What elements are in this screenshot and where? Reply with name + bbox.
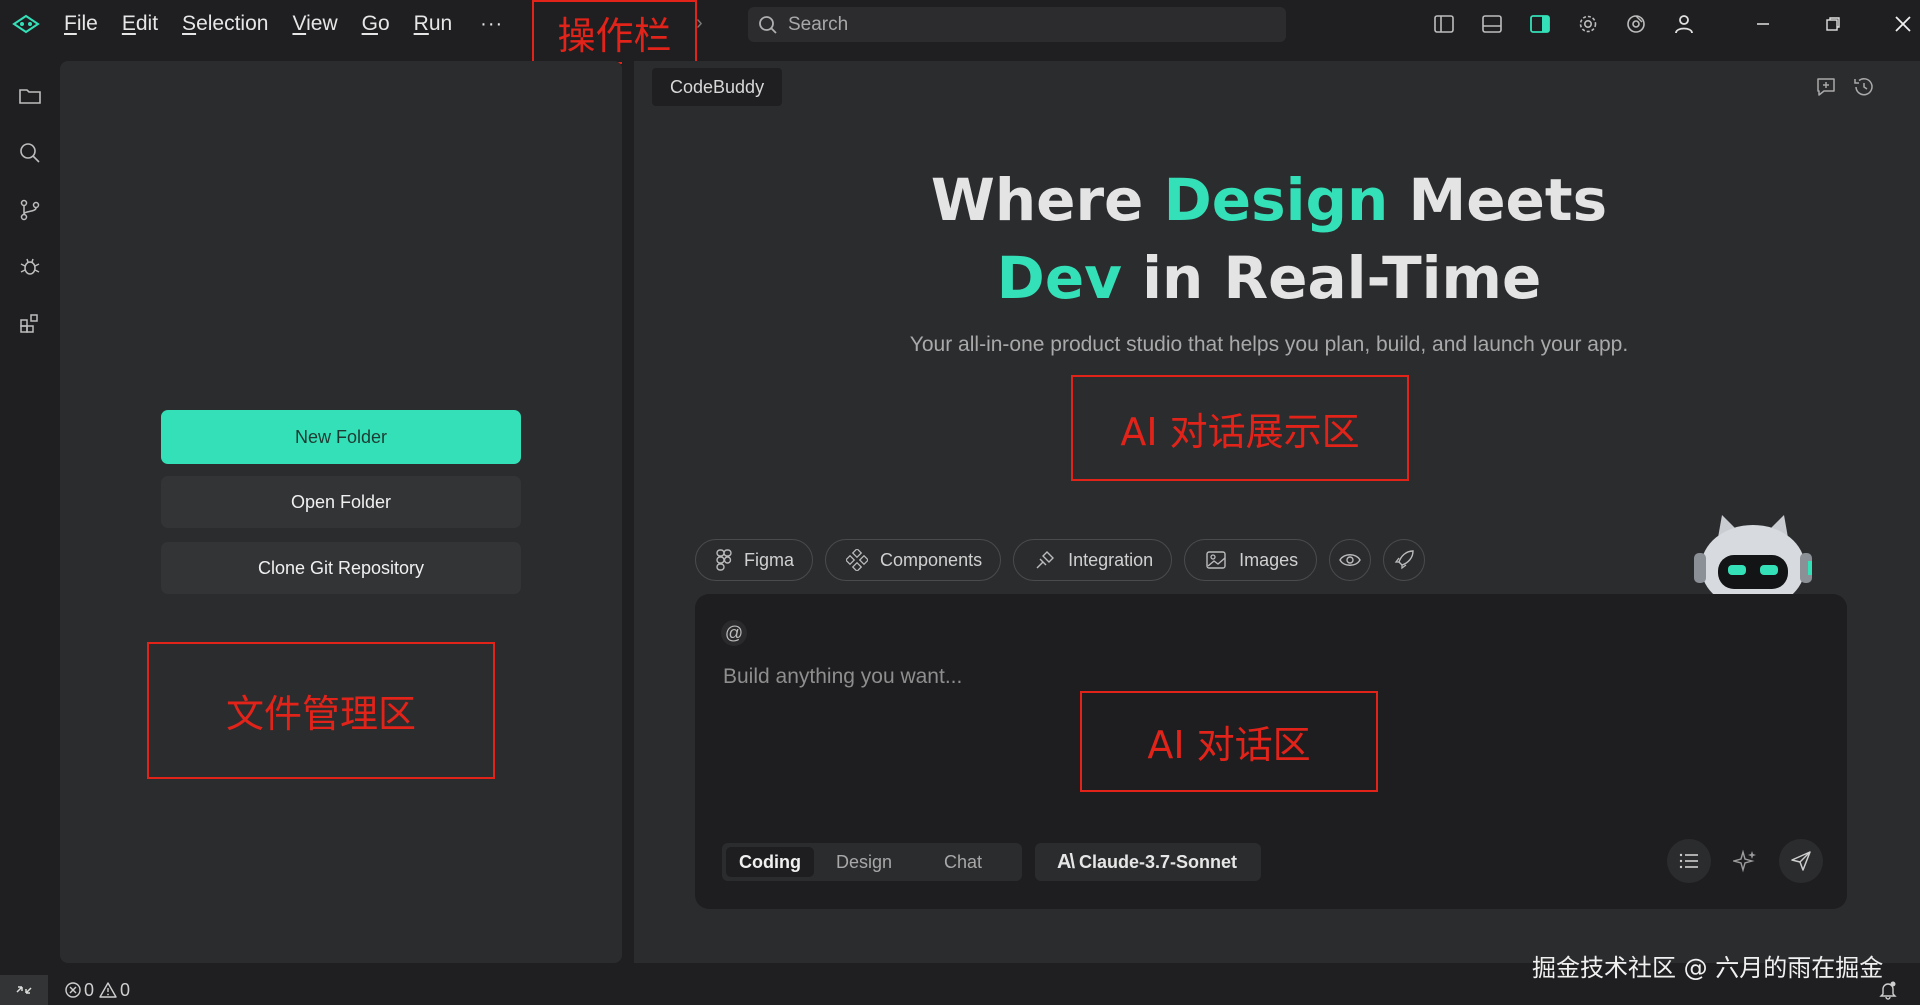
menu-go[interactable]: Go [362,12,390,36]
eye-icon [1339,554,1361,566]
menu-selection[interactable]: Selection [182,12,268,36]
source-control-icon[interactable] [18,198,42,222]
toggle-panel-icon[interactable] [1480,12,1504,36]
notifications-bell-icon[interactable] [1878,980,1898,1000]
annotation-ai-chat: AI 对话区 [1080,691,1378,792]
preview-eye-button[interactable] [1329,539,1372,581]
task-list-button[interactable] [1667,839,1711,883]
mode-chat[interactable]: Chat [914,847,1012,877]
explorer-folder-icon[interactable] [18,84,42,108]
chip-components[interactable]: Components [825,539,1002,581]
chip-integration[interactable]: Integration [1013,539,1173,581]
components-icon [846,549,869,571]
extensions-icon[interactable] [18,311,42,335]
mention-at-icon[interactable]: @ [721,620,747,646]
account-icon[interactable] [1672,12,1696,36]
window-controls [1728,0,1920,48]
menu-bar: File Edit Selection View Go Run ··· [64,0,503,48]
menu-file[interactable]: File [64,12,98,36]
toggle-secondary-sidebar-icon[interactable] [1528,12,1552,36]
menu-edit[interactable]: Edit [122,12,158,36]
annotation-files: 文件管理区 [147,642,495,779]
ai-panel-toolbar [1800,75,1876,99]
model-select[interactable]: A\ Claude-3.7-Sonnet [1035,843,1262,881]
context-chips: Figma Components Integration Images [695,539,1437,581]
search-icon [759,15,777,34]
ai-chat-panel: CodeBuddy Where Design Meets Dev in Real… [634,61,1920,963]
mode-design[interactable]: Design [814,847,914,877]
figma-icon [716,549,732,571]
composer-actions [1655,839,1823,883]
search-icon[interactable] [18,141,42,165]
remote-indicator[interactable] [0,975,48,1005]
plug-icon [1036,551,1055,569]
robot-mascot-icon [1694,515,1812,597]
close-icon[interactable] [1868,0,1920,48]
image-icon [1206,551,1226,569]
menu-more-icon[interactable]: ··· [480,13,503,36]
mode-coding[interactable]: Coding [726,847,814,877]
browser-icon[interactable] [1624,12,1648,36]
layout-toolbar [1432,0,1720,48]
clone-git-repository-button[interactable]: Clone Git Repository [161,542,521,594]
hero-subtitle: Your all-in-one product studio that help… [909,333,1629,356]
title-bar: File Edit Selection View Go Run ··· Sear… [0,0,1920,48]
problems-indicator[interactable]: 0 0 [64,980,134,1001]
annotation-ai-display: AI 对话展示区 [1071,375,1409,481]
toggle-primary-sidebar-icon[interactable] [1432,12,1456,36]
warning-count: 0 [120,979,131,1000]
search-box[interactable]: Search [748,7,1286,42]
tab-codebuddy[interactable]: CodeBuddy [652,68,783,106]
hero-line-2: Dev in Real-Time [996,244,1542,312]
restore-icon[interactable] [1798,0,1868,48]
open-folder-button[interactable]: Open Folder [161,476,521,528]
chip-images[interactable]: Images [1184,539,1318,581]
enhance-prompt-button[interactable] [1723,839,1767,883]
anthropic-icon: A\ [1057,850,1075,873]
chip-figma[interactable]: Figma [695,539,814,581]
hero-heading: Where Design Meets Dev in Real-Time [634,161,1904,317]
file-explorer-panel: New Folder Open Folder Clone Git Reposit… [60,61,622,963]
watermark-text: 掘金技术社区 @ 六月的雨在掘金 [1532,954,1884,982]
annotation-toolbar: 操作栏 [532,0,697,64]
error-count: 0 [84,979,95,1000]
gear-icon[interactable] [1576,12,1600,36]
list-icon [1679,853,1698,869]
sparkle-icon [1733,849,1756,873]
debug-bug-icon[interactable] [18,254,42,278]
send-icon [1791,851,1811,871]
codebuddy-logo-icon [12,14,40,34]
send-button[interactable] [1779,839,1823,883]
warning-icon [99,982,117,998]
rocket-icon [1394,550,1414,570]
history-icon[interactable] [1852,75,1876,99]
remote-icon [16,986,32,994]
new-folder-button[interactable]: New Folder [161,410,521,464]
search-placeholder: Search [788,13,849,35]
chevron-right-icon: › [696,12,703,34]
panel-divider[interactable] [622,48,634,963]
error-icon [65,982,81,998]
menu-run[interactable]: Run [414,12,453,36]
menu-view[interactable]: View [292,12,337,36]
mode-switcher: Coding Design Chat [722,843,1022,881]
activity-bar [0,48,60,975]
hero-line-1: Where Design Meets [930,166,1608,234]
new-chat-icon[interactable] [1814,75,1838,99]
app-window: File Edit Selection View Go Run ··· Sear… [0,0,1920,1005]
chat-input[interactable] [723,660,1423,694]
model-name: Claude-3.7-Sonnet [1079,851,1238,872]
deploy-rocket-button[interactable] [1383,539,1426,581]
minimize-icon[interactable] [1728,0,1798,48]
